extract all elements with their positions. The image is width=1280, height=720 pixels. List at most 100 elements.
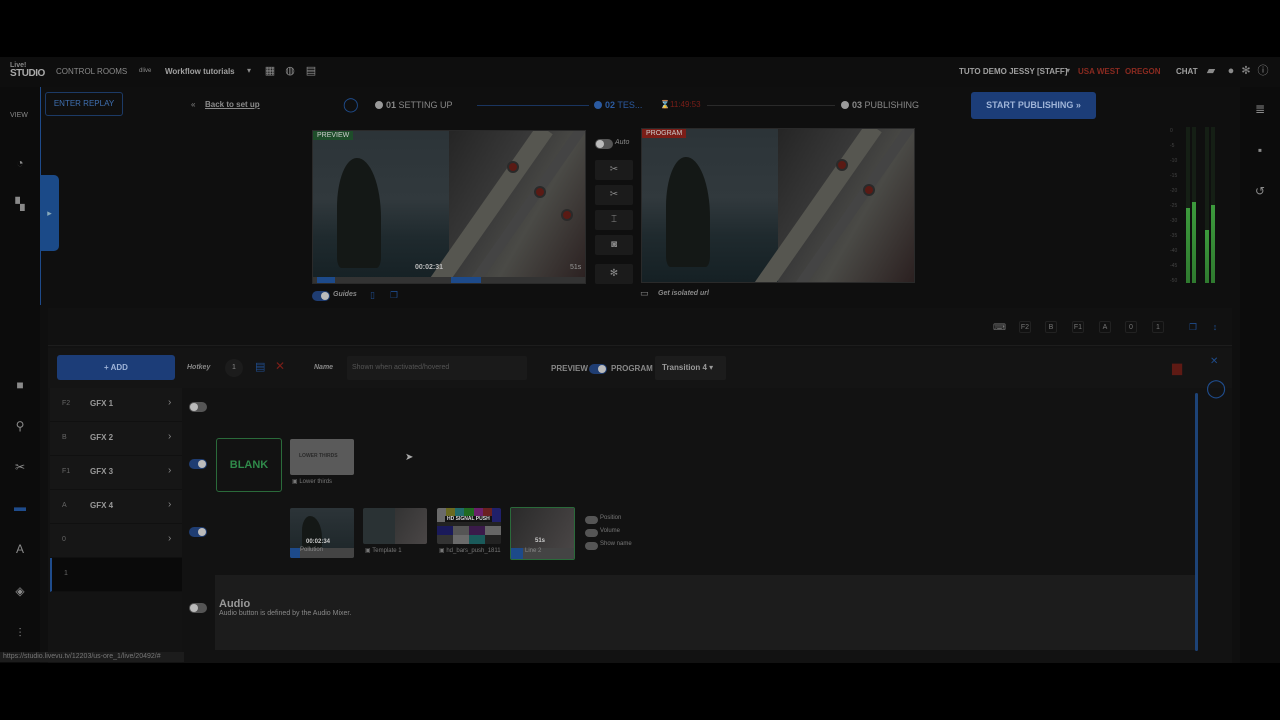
lower-thirds-caption: ▣ Lower thirds: [292, 479, 333, 485]
gear-icon[interactable]: ✻: [1240, 65, 1252, 77]
gfx-item[interactable]: B GFX 2 ›: [50, 422, 182, 456]
lightbulb-icon[interactable]: ◯: [343, 96, 359, 113]
region-label[interactable]: USA WEST: [1078, 67, 1120, 76]
audio-follow-button[interactable]: ◙: [595, 235, 633, 255]
info-icon[interactable]: ⓘ: [1257, 65, 1269, 77]
copy-icon[interactable]: ❐: [390, 290, 398, 301]
chevron-down-icon[interactable]: ▾: [243, 65, 255, 77]
check-icon: [594, 101, 602, 109]
chat-button[interactable]: CHAT: [1176, 67, 1198, 76]
app-window: Live! STUDIO CONTROL ROOMS dlive Workflo…: [0, 57, 1280, 663]
shortcut-key[interactable]: A: [1099, 321, 1111, 333]
widgets-icon[interactable]: ▚: [12, 196, 28, 212]
shortcut-key[interactable]: 1: [1152, 321, 1164, 333]
preview-program-toggle[interactable]: [589, 364, 607, 374]
gfx-item-selected[interactable]: 1: [50, 558, 182, 592]
auto-toggle[interactable]: [595, 139, 613, 149]
lightbulb-icon[interactable]: ◯: [1206, 378, 1226, 399]
bars-thumb[interactable]: HD SIGNAL PUSH: [437, 508, 501, 544]
audio-toggle[interactable]: [189, 603, 207, 613]
logo[interactable]: Live! STUDIO: [10, 62, 45, 79]
audio-title: Audio: [219, 598, 251, 610]
back-to-setup-link[interactable]: Back to set up: [205, 100, 260, 109]
vu-bar: [1192, 127, 1196, 283]
control-rooms-link[interactable]: CONTROL ROOMS: [56, 67, 127, 76]
add-button[interactable]: + ADD: [57, 355, 175, 380]
preview-monitor[interactable]: PREVIEW 00:02:31 51s: [312, 130, 586, 284]
graphics-icon[interactable]: ▬: [12, 499, 28, 515]
cut-icon[interactable]: ✂: [12, 459, 28, 475]
line-caption: Line 2: [525, 548, 542, 554]
chat-panel-icon[interactable]: ▪: [1252, 142, 1268, 158]
history-icon[interactable]: ↺: [1252, 183, 1268, 199]
text-icon[interactable]: A: [12, 541, 28, 557]
workflow-selector[interactable]: Workflow tutorials: [165, 67, 235, 76]
panel-toggle-tab[interactable]: ▸: [40, 175, 59, 251]
fade-transition-button[interactable]: ✂: [595, 185, 633, 205]
location-label[interactable]: OREGON: [1125, 67, 1161, 76]
close-icon[interactable]: ✕: [275, 359, 285, 373]
step-dot-icon: [375, 101, 383, 109]
dashboard-icon[interactable]: ◔: [12, 155, 28, 171]
shortcut-key[interactable]: F1: [1072, 321, 1084, 333]
step-testing[interactable]: 02 TES...: [594, 100, 642, 110]
grid-icon[interactable]: ▤: [305, 65, 317, 77]
template-thumb[interactable]: [363, 508, 427, 544]
mobile-icon[interactable]: ▯: [370, 290, 375, 301]
enter-replay-button[interactable]: ENTER REPLAY: [45, 92, 123, 116]
name-input[interactable]: Shown when activated/hovered: [347, 356, 527, 380]
chat-edit-icon[interactable]: ▤: [255, 360, 265, 373]
hotkey-value[interactable]: 1: [225, 359, 243, 377]
content-scrollbar[interactable]: [1195, 393, 1198, 651]
program-monitor[interactable]: PROGRAM: [641, 128, 915, 283]
line-thumb[interactable]: 51s: [510, 507, 575, 560]
gfx-item[interactable]: F2 GFX 1 ›: [50, 388, 182, 422]
user-menu[interactable]: TUTO DEMO JESSY [STAFF]: [959, 67, 1067, 76]
camera-icon[interactable]: ■: [12, 377, 28, 393]
gfx-item[interactable]: A GFX 4 ›: [50, 490, 182, 524]
step-publishing[interactable]: 03 PUBLISHING: [841, 100, 919, 110]
vu-scale: 0 -5 -10 -15 -20 -25 -30 -35 -40 -45 -50: [1170, 128, 1178, 284]
auto-label: Auto: [615, 139, 630, 146]
bars-caption: ▣ hd_bars_push_1811: [439, 548, 501, 554]
calendar-icon[interactable]: ▦: [264, 65, 276, 77]
cut-transition-button[interactable]: ✂: [595, 160, 633, 180]
settings-gear-button[interactable]: ✻: [595, 264, 633, 284]
back-arrow-icon[interactable]: «: [191, 100, 195, 109]
preview-progress[interactable]: [313, 277, 585, 283]
left-rail: VIEW ◔ ▚ ■ ⚲ ✂ ▬ A ◈ ⫶: [0, 87, 40, 663]
monitor-icon[interactable]: ▭: [640, 288, 649, 299]
gfx-row-toggle[interactable]: [189, 459, 207, 469]
mixer-icon[interactable]: ⫶: [12, 625, 28, 641]
user-icon[interactable]: ●: [1225, 65, 1237, 77]
wipe-transition-button[interactable]: ⌶: [595, 210, 633, 230]
close-panel-icon[interactable]: ✕: [1210, 356, 1218, 367]
transition-select[interactable]: Transition 4 ▾: [655, 356, 726, 380]
gfx-item[interactable]: 0 ›: [50, 524, 182, 558]
gamepad-icon[interactable]: ◈: [12, 583, 28, 599]
gfx-row-toggle[interactable]: [189, 527, 207, 537]
chat-icon[interactable]: ▰: [1205, 65, 1217, 77]
guides-toggle[interactable]: [312, 291, 330, 301]
mouse-cursor-icon: ➤: [405, 452, 414, 463]
gfx-item[interactable]: F1 GFX 3 ›: [50, 456, 182, 490]
shortcut-key[interactable]: 0: [1125, 321, 1137, 333]
gfx-row-toggle[interactable]: [189, 402, 207, 412]
lower-thirds-thumb[interactable]: LOWER THIRDS: [290, 439, 354, 475]
shortcut-key[interactable]: F2: [1019, 321, 1031, 333]
keyboard-icon[interactable]: ⌨: [993, 321, 1006, 333]
duplicate-icon[interactable]: ❐: [1187, 321, 1199, 333]
isolated-url-link[interactable]: Get isolated url: [658, 290, 709, 297]
antenna-icon[interactable]: ⚲: [12, 418, 28, 434]
chevron-right-icon: ›: [168, 499, 172, 510]
step-setting-up[interactable]: 01 SETTING UP: [375, 100, 453, 110]
shortcut-key[interactable]: B: [1045, 321, 1057, 333]
delete-trash-icon[interactable]: ▆: [1172, 360, 1182, 376]
list-icon[interactable]: ≣: [1252, 101, 1268, 117]
resize-icon[interactable]: ↕: [1209, 321, 1221, 333]
chevron-down-icon[interactable]: ▾: [1062, 65, 1074, 77]
vu-bar: [1211, 127, 1215, 283]
start-publishing-button[interactable]: START PUBLISHING »: [971, 92, 1096, 119]
blank-graphic[interactable]: BLANK: [216, 438, 282, 492]
globe-icon[interactable]: ◍: [284, 65, 296, 77]
